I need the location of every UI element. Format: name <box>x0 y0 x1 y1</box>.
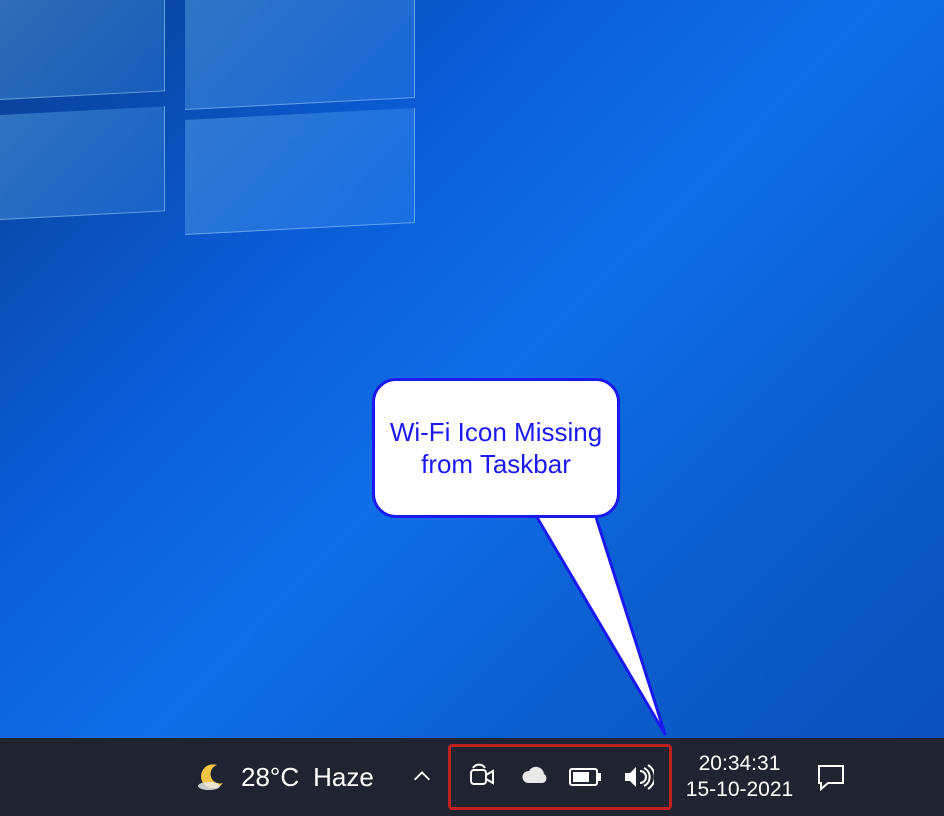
onedrive-icon[interactable] <box>513 756 555 798</box>
annotation-text: Wi-Fi Icon Missing from Taskbar <box>375 416 617 481</box>
chevron-up-icon <box>411 766 433 788</box>
battery-icon[interactable] <box>565 756 607 798</box>
volume-icon[interactable] <box>617 756 659 798</box>
desktop-background: Wi-Fi Icon Missing from Taskbar 28°C Haz… <box>0 0 944 816</box>
meet-now-icon[interactable] <box>461 756 503 798</box>
clock-time: 20:34:31 <box>686 751 793 777</box>
weather-temperature: 28°C <box>241 762 299 793</box>
weather-moon-icon <box>195 761 227 793</box>
taskbar: 28°C Haze <box>0 738 944 816</box>
system-tray-highlight <box>448 744 672 810</box>
windows-logo <box>0 0 430 270</box>
weather-condition: Haze <box>313 762 374 793</box>
clock-date: 15-10-2021 <box>686 777 793 803</box>
weather-widget[interactable]: 28°C Haze <box>195 761 374 793</box>
tray-overflow-button[interactable] <box>404 759 440 795</box>
annotation-callout-tail <box>530 509 710 739</box>
taskbar-clock[interactable]: 20:34:31 15-10-2021 <box>686 751 793 804</box>
annotation-callout: Wi-Fi Icon Missing from Taskbar <box>372 378 620 518</box>
action-center-button[interactable] <box>811 757 851 797</box>
notification-icon <box>816 763 846 791</box>
